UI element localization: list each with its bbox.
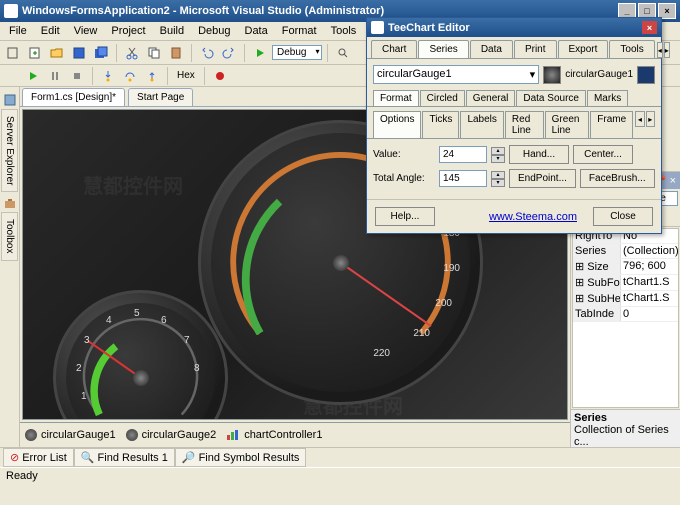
teechart-sub-tabs: Format Circled General Data Source Marks — [367, 90, 661, 107]
status-bar: Ready — [0, 467, 680, 485]
tab-ticks[interactable]: Ticks — [422, 111, 459, 138]
redo-icon[interactable] — [219, 43, 239, 63]
menu-data[interactable]: Data — [238, 23, 275, 39]
bottom-tool-tabs: ⊘Error List 🔍Find Results 1 🔎Find Symbol… — [0, 447, 680, 467]
cut-icon[interactable] — [122, 43, 142, 63]
properties-description: Series Collection of Series c... — [571, 409, 680, 447]
left-toolwindow-rail: Server Explorer Toolbox — [0, 87, 20, 447]
angle-label: Total Angle: — [373, 173, 435, 184]
save-all-icon[interactable] — [91, 43, 111, 63]
tabs-scroll-left-icon[interactable]: ◂ — [657, 42, 663, 58]
app-icon — [4, 4, 18, 18]
tab-find-results-1[interactable]: 🔍Find Results 1 — [74, 448, 175, 467]
server-explorer-icon[interactable] — [3, 93, 17, 107]
pause-icon[interactable] — [45, 66, 65, 86]
add-item-icon[interactable] — [25, 43, 45, 63]
toolbox-tab[interactable]: Toolbox — [1, 212, 18, 260]
step-out-icon[interactable] — [142, 66, 162, 86]
tab-start-page[interactable]: Start Page — [128, 88, 193, 106]
find-icon[interactable] — [333, 43, 353, 63]
play-icon[interactable] — [23, 66, 43, 86]
center-button[interactable]: Center... — [573, 145, 633, 164]
close-button[interactable]: Close — [593, 207, 653, 226]
menu-format[interactable]: Format — [275, 23, 324, 39]
tab-series[interactable]: Series — [418, 40, 468, 58]
step-over-icon[interactable] — [120, 66, 140, 86]
series-preview-icon[interactable] — [543, 66, 561, 84]
tray-circulargauge2[interactable]: circularGauge2 — [126, 429, 217, 441]
series-select-combo[interactable]: circularGauge1▾ — [373, 65, 539, 84]
tab-error-list[interactable]: ⊘Error List — [3, 448, 74, 467]
menu-project[interactable]: Project — [104, 23, 152, 39]
value-spinner[interactable]: ▴▾ — [491, 147, 505, 163]
tab-circled[interactable]: Circled — [420, 90, 465, 106]
teechart-titlebar[interactable]: TeeChart Editor × — [367, 18, 661, 37]
opt-scroll-left-icon[interactable]: ◂ — [635, 111, 644, 127]
step-into-icon[interactable] — [98, 66, 118, 86]
status-text: Ready — [6, 470, 38, 482]
copy-icon[interactable] — [144, 43, 164, 63]
breakpoint-icon[interactable] — [210, 66, 230, 86]
tab-labels[interactable]: Labels — [460, 111, 503, 138]
tab-chart[interactable]: Chart — [371, 40, 417, 58]
paste-icon[interactable] — [166, 43, 186, 63]
tab-general[interactable]: General — [466, 90, 516, 106]
teechart-close-icon[interactable]: × — [642, 21, 657, 34]
tab-frame[interactable]: Frame — [590, 111, 633, 138]
save-icon[interactable] — [69, 43, 89, 63]
undo-icon[interactable] — [197, 43, 217, 63]
tabs-scroll-right-icon[interactable]: ▸ — [664, 42, 670, 58]
value-label: Value: — [373, 149, 435, 160]
hand-button[interactable]: Hand... — [509, 145, 569, 164]
circular-gauge-1[interactable]: 1 2 3 4 5 6 7 8 — [53, 290, 228, 420]
facebrush-button[interactable]: FaceBrush... — [580, 169, 655, 188]
teechart-option-tabs: Options Ticks Labels Red Line Green Line… — [367, 107, 661, 139]
tab-find-symbol[interactable]: 🔎Find Symbol Results — [175, 448, 307, 467]
tab-marks[interactable]: Marks — [587, 90, 628, 106]
angle-spinner[interactable]: ▴▾ — [491, 171, 505, 187]
menu-build[interactable]: Build — [153, 23, 191, 39]
hex-label[interactable]: Hex — [173, 70, 199, 81]
tab-options[interactable]: Options — [373, 111, 421, 138]
menu-file[interactable]: File — [2, 23, 34, 39]
server-explorer-tab[interactable]: Server Explorer — [1, 109, 18, 192]
window-title: WindowsFormsApplication2 - Microsoft Vis… — [22, 5, 384, 17]
tab-form1-design[interactable]: Form1.cs [Design]* — [22, 88, 125, 106]
teechart-icon — [371, 21, 384, 34]
tab-format[interactable]: Format — [373, 90, 419, 106]
tab-tools[interactable]: Tools — [609, 40, 654, 58]
new-project-icon[interactable] — [3, 43, 23, 63]
help-button[interactable]: Help... — [375, 207, 435, 226]
start-icon[interactable] — [250, 43, 270, 63]
properties-grid[interactable]: RightToNo Series(Collection) ⊞ Size796; … — [572, 228, 679, 408]
component-tray: circularGauge1 circularGauge2 chartContr… — [20, 422, 570, 447]
opt-scroll-right-icon[interactable]: ▸ — [646, 111, 655, 127]
tab-greenline[interactable]: Green Line — [545, 111, 590, 138]
tray-circulargauge1[interactable]: circularGauge1 — [25, 429, 116, 441]
teechart-main-tabs: Chart Series Data Print Export Tools ◂ ▸ — [367, 37, 661, 59]
menu-debug[interactable]: Debug — [191, 23, 237, 39]
toolbox-icon[interactable] — [3, 196, 17, 210]
config-combo[interactable]: Debug — [272, 45, 322, 60]
stop-icon[interactable] — [67, 66, 87, 86]
angle-input[interactable] — [439, 170, 487, 187]
menu-tools[interactable]: Tools — [324, 23, 364, 39]
endpoint-button[interactable]: EndPoint... — [509, 169, 576, 188]
value-input[interactable] — [439, 146, 487, 163]
tray-chartcontroller1[interactable]: chartController1 — [226, 429, 322, 441]
teechart-editor-window: TeeChart Editor × Chart Series Data Prin… — [366, 17, 662, 234]
steema-link[interactable]: www.Steema.com — [489, 211, 577, 223]
tab-datasource[interactable]: Data Source — [516, 90, 586, 106]
menu-view[interactable]: View — [67, 23, 105, 39]
tab-redline[interactable]: Red Line — [505, 111, 544, 138]
tab-export[interactable]: Export — [558, 40, 609, 58]
tab-data[interactable]: Data — [470, 40, 513, 58]
tab-print[interactable]: Print — [514, 40, 557, 58]
series-color-swatch[interactable] — [637, 66, 655, 84]
menu-edit[interactable]: Edit — [34, 23, 67, 39]
open-icon[interactable] — [47, 43, 67, 63]
